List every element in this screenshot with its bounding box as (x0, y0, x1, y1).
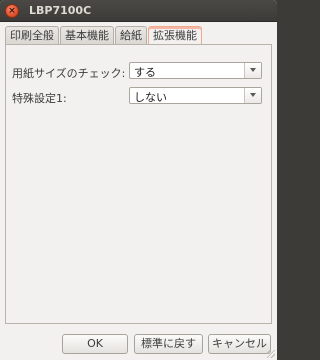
special-setting-1-select[interactable]: しない (129, 87, 262, 104)
window-title: LBP7100C (29, 4, 92, 17)
cancel-button[interactable]: キャンセル (208, 334, 271, 354)
paper-size-check-label: 用紙サイズのチェック: (12, 67, 126, 80)
tab-paper-feed[interactable]: 給紙 (115, 26, 147, 45)
special-setting-1-label: 特殊設定1: (12, 92, 67, 105)
tab-print-general[interactable]: 印刷全般 (5, 26, 59, 45)
paper-size-check-value: する (134, 66, 156, 79)
chevron-down-icon[interactable] (244, 63, 261, 78)
tab-panel: 用紙サイズのチェック: する 特殊設定1: しない (5, 44, 272, 324)
tab-extended-functions[interactable]: 拡張機能 (148, 26, 202, 46)
special-setting-1-value: しない (134, 91, 167, 104)
close-icon[interactable]: × (5, 4, 19, 18)
chevron-down-icon[interactable] (244, 88, 261, 103)
title-bar: × LBP7100C (0, 0, 277, 22)
resize-grip-icon[interactable] (267, 350, 275, 358)
paper-size-check-select[interactable]: する (129, 62, 262, 79)
reset-defaults-button[interactable]: 標準に戻す (134, 334, 203, 354)
tab-bar: 印刷全般 基本機能 給紙 拡張機能 (5, 26, 203, 46)
tab-basic-functions[interactable]: 基本機能 (60, 26, 114, 45)
printer-properties-dialog: × LBP7100C 印刷全般 基本機能 給紙 拡張機能 用紙サイズのチェック:… (0, 0, 277, 360)
ok-button[interactable]: OK (62, 334, 128, 354)
